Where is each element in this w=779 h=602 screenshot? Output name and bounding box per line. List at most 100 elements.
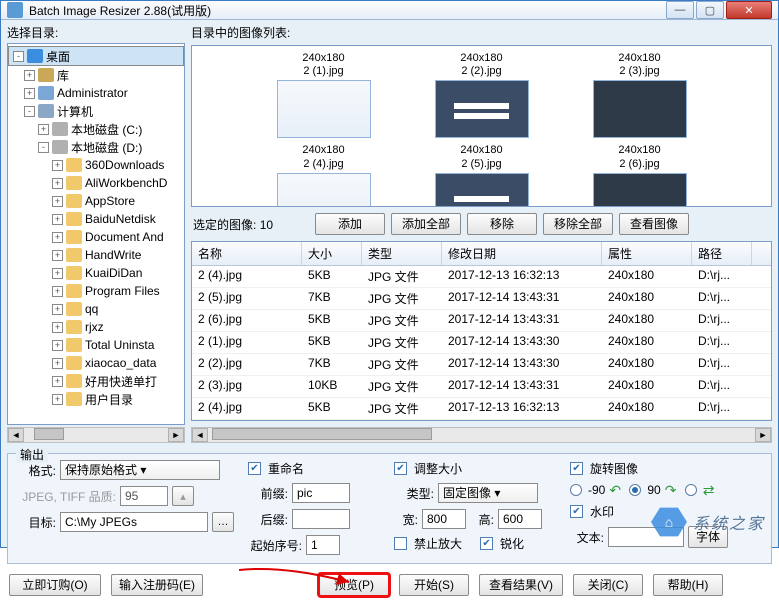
column-header[interactable]: 名称	[192, 242, 302, 265]
table-row[interactable]: 2 (4).jpg5KBJPG 文件2017-12-13 16:32:13240…	[192, 266, 771, 288]
tree-expand-icon[interactable]: +	[52, 214, 63, 225]
tree-expand-icon[interactable]: +	[52, 160, 63, 171]
table-row[interactable]: 2 (3).jpg10KBJPG 文件2017-12-14 13:43:3124…	[192, 376, 771, 398]
remove-button[interactable]: 移除	[467, 213, 537, 235]
table-row[interactable]: 2 (4).jpg5KBJPG 文件2017-12-13 16:32:13240…	[192, 398, 771, 420]
tree-hscrollbar[interactable]: ◄ ►	[7, 427, 185, 443]
scroll-right-arrow-icon[interactable]: ►	[755, 428, 771, 442]
font-button[interactable]: 字体	[688, 526, 728, 548]
minimize-button[interactable]: —	[666, 1, 694, 19]
order-button[interactable]: 立即订购(O)	[9, 574, 101, 596]
rotate-flip-radio[interactable]	[685, 484, 697, 496]
tree-node[interactable]: +Document And	[8, 228, 184, 246]
thumbnail-item[interactable]: 240x1802 (1).jpg	[259, 52, 389, 138]
tree-node[interactable]: +AliWorkbenchD	[8, 174, 184, 192]
sharpen-checkbox[interactable]	[480, 537, 493, 550]
column-header[interactable]: 修改日期	[442, 242, 602, 265]
column-header[interactable]: 类型	[362, 242, 442, 265]
regcode-button[interactable]: 输入注册码(E)	[111, 574, 203, 596]
thumbnail-item[interactable]: 240x1802 (6).jpg	[575, 144, 705, 207]
add-button[interactable]: 添加	[315, 213, 385, 235]
tree-node[interactable]: +AppStore	[8, 192, 184, 210]
tree-expand-icon[interactable]: +	[52, 250, 63, 261]
column-header[interactable]: 路径	[692, 242, 752, 265]
tree-node[interactable]: +xiaocao_data	[8, 354, 184, 372]
table-row[interactable]: 2 (5).jpg7KBJPG 文件2017-12-14 13:43:31240…	[192, 288, 771, 310]
tree-node[interactable]: +Program Files	[8, 282, 184, 300]
target-input[interactable]	[60, 512, 208, 532]
rename-checkbox[interactable]	[248, 462, 261, 475]
file-table[interactable]: 名称大小类型修改日期属性路径 2 (4).jpg5KBJPG 文件2017-12…	[191, 241, 772, 421]
close-button[interactable]: ✕	[726, 1, 772, 19]
tree-expand-icon[interactable]: -	[38, 142, 49, 153]
tree-expand-icon[interactable]: +	[24, 88, 35, 99]
tree-node[interactable]: +库	[8, 66, 184, 84]
thumbnail-item[interactable]: 240x1802 (4).jpg	[259, 144, 389, 207]
format-select[interactable]: 保持原始格式 ▾	[60, 460, 220, 480]
tree-node[interactable]: -计算机	[8, 102, 184, 120]
tree-node[interactable]: +本地磁盘 (C:)	[8, 120, 184, 138]
tree-node[interactable]: +Total Uninsta	[8, 336, 184, 354]
resize-type-select[interactable]: 固定图像 ▾	[438, 483, 538, 503]
view-image-button[interactable]: 查看图像	[619, 213, 689, 235]
thumbnail-panel[interactable]: 240x1802 (1).jpg 240x1802 (2).jpg 240x18…	[191, 45, 772, 207]
suffix-input[interactable]	[292, 509, 350, 529]
wm-text-input[interactable]	[608, 527, 684, 547]
tree-expand-icon[interactable]: +	[24, 70, 35, 81]
startnum-input[interactable]	[306, 535, 340, 555]
tree-expand-icon[interactable]: +	[52, 232, 63, 243]
table-row[interactable]: 2 (2).jpg7KBJPG 文件2017-12-14 13:43:30240…	[192, 354, 771, 376]
titlebar[interactable]: Batch Image Resizer 2.88(试用版) — ▢ ✕	[1, 1, 778, 20]
watermark-checkbox[interactable]	[570, 505, 583, 518]
tree-expand-icon[interactable]: +	[52, 376, 63, 387]
tree-expand-icon[interactable]: -	[13, 51, 24, 62]
thumbnail-item[interactable]: 240x1802 (5).jpg	[417, 144, 547, 207]
start-button[interactable]: 开始(S)	[399, 574, 469, 596]
maximize-button[interactable]: ▢	[696, 1, 724, 19]
scroll-left-arrow-icon[interactable]: ◄	[8, 428, 24, 442]
width-input[interactable]	[422, 509, 466, 529]
scroll-thumb[interactable]	[34, 428, 64, 440]
directory-tree[interactable]: -桌面+库+Administrator-计算机+本地磁盘 (C:)-本地磁盘 (…	[7, 43, 185, 425]
add-all-button[interactable]: 添加全部	[391, 213, 461, 235]
tree-node[interactable]: +qq	[8, 300, 184, 318]
rotate-neg90-radio[interactable]	[570, 484, 582, 496]
tree-node[interactable]: -桌面	[8, 46, 184, 66]
thumbnail-item[interactable]: 240x1802 (2).jpg	[417, 52, 547, 138]
tree-expand-icon[interactable]: +	[38, 124, 49, 135]
tree-expand-icon[interactable]: +	[52, 178, 63, 189]
tree-expand-icon[interactable]: +	[52, 322, 63, 333]
rotate-90-radio[interactable]	[629, 484, 641, 496]
tree-expand-icon[interactable]: +	[52, 340, 63, 351]
scroll-right-arrow-icon[interactable]: ►	[168, 428, 184, 442]
table-row[interactable]: 2 (6).jpg5KBJPG 文件2017-12-14 13:43:31240…	[192, 310, 771, 332]
tree-node[interactable]: +好用快递单打	[8, 372, 184, 390]
column-header[interactable]: 大小	[302, 242, 362, 265]
column-header[interactable]: 属性	[602, 242, 692, 265]
tree-expand-icon[interactable]: +	[52, 268, 63, 279]
quality-input[interactable]	[120, 486, 168, 506]
scroll-thumb[interactable]	[212, 428, 432, 440]
tree-expand-icon[interactable]: +	[52, 358, 63, 369]
tree-node[interactable]: -本地磁盘 (D:)	[8, 138, 184, 156]
thumbnail-item[interactable]: 240x1802 (3).jpg	[575, 52, 705, 138]
resize-checkbox[interactable]	[394, 462, 407, 475]
tree-expand-icon[interactable]: +	[52, 304, 63, 315]
scroll-left-arrow-icon[interactable]: ◄	[192, 428, 208, 442]
table-hscrollbar[interactable]: ◄ ►	[191, 427, 772, 443]
tree-expand-icon[interactable]: -	[24, 106, 35, 117]
remove-all-button[interactable]: 移除全部	[543, 213, 613, 235]
noenlarge-checkbox[interactable]	[394, 537, 407, 550]
close-app-button[interactable]: 关闭(C)	[573, 574, 643, 596]
tree-node[interactable]: +rjxz	[8, 318, 184, 336]
tree-expand-icon[interactable]: +	[52, 286, 63, 297]
height-input[interactable]	[498, 509, 542, 529]
prefix-input[interactable]	[292, 483, 350, 503]
tree-expand-icon[interactable]: +	[52, 394, 63, 405]
browse-target-button[interactable]: …	[212, 512, 234, 532]
tree-expand-icon[interactable]: +	[52, 196, 63, 207]
tree-node[interactable]: +BaiduNetdisk	[8, 210, 184, 228]
help-button[interactable]: 帮助(H)	[653, 574, 723, 596]
preview-button[interactable]: 预览(P)	[319, 574, 389, 596]
view-result-button[interactable]: 查看结果(V)	[479, 574, 563, 596]
